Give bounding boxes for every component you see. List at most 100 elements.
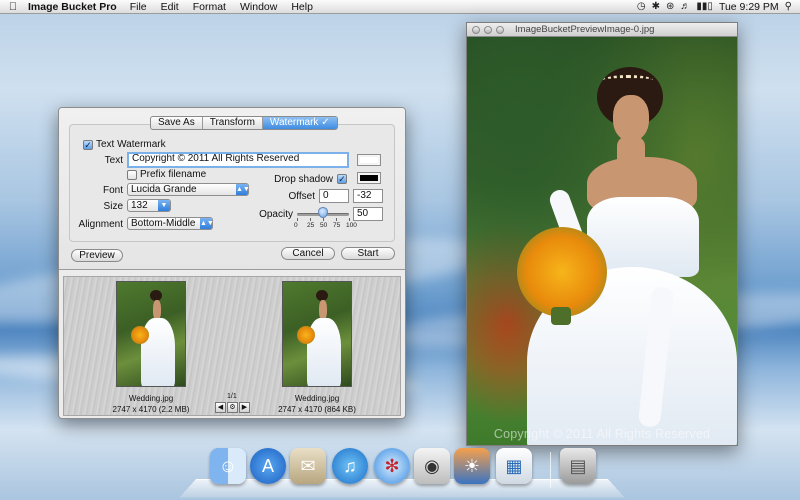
opacity-tick	[297, 218, 298, 221]
time-machine-icon[interactable]: ◷	[637, 1, 646, 12]
opacity-tick	[323, 218, 324, 221]
chevron-down-icon: ▼	[158, 200, 170, 211]
opacity-tick	[349, 218, 350, 221]
settings-icon[interactable]: ⚙	[227, 402, 238, 413]
wifi-icon[interactable]: ⊛	[666, 1, 674, 12]
opacity-tick-label: 25	[307, 222, 315, 229]
opacity-tick-label: 0	[294, 222, 298, 229]
start-button[interactable]: Start	[341, 247, 395, 260]
finder-icon[interactable]: ☺	[210, 448, 246, 484]
opacity-label: Opacity	[259, 209, 293, 220]
thumb-figure	[297, 326, 315, 344]
font-popup[interactable]: Lucida Grande ▲▼	[127, 183, 250, 196]
offset-y-input[interactable]: -32	[353, 189, 383, 203]
menu-clock[interactable]: Tue 9:29 PM	[719, 1, 779, 13]
preview-image: Copyright © 2011 All Rights Reserved	[467, 37, 737, 445]
original-info: 2747 x 4170 (2.2 MB)	[112, 405, 190, 414]
prev-icon[interactable]: ◀	[215, 402, 226, 413]
text-watermark-checkbox[interactable]: ✓	[83, 140, 93, 150]
opacity-tick-label: 50	[320, 222, 328, 229]
processed-thumbnail[interactable]	[282, 281, 352, 387]
next-icon[interactable]: ▶	[239, 402, 250, 413]
battery-icon[interactable]: ▮▮▯	[696, 1, 713, 12]
shadow-color-swatch	[360, 175, 378, 181]
tab-transform[interactable]: Transform	[203, 117, 263, 129]
preview-titlebar[interactable]: ImageBucketPreviewImage-0.jpg	[467, 23, 737, 37]
prefix-filename-checkbox[interactable]	[127, 170, 137, 180]
alignment-popup[interactable]: Bottom-Middle ▲▼	[127, 217, 214, 230]
alignment-popup-value: Bottom-Middle	[131, 218, 196, 229]
opacity-tick-label: 100	[346, 222, 357, 229]
safari-icon[interactable]: ✻	[374, 448, 410, 484]
settings-area: Save As Transform Watermark ✓ ✓ Text Wat…	[59, 108, 405, 270]
bouquet	[517, 227, 607, 317]
menu-edit[interactable]: Edit	[154, 1, 186, 13]
bouquet-stems	[551, 307, 571, 325]
zoom-icon[interactable]	[496, 26, 504, 34]
volume-icon[interactable]: ♬	[680, 1, 690, 12]
app-menu[interactable]: Image Bucket Pro	[26, 1, 123, 13]
processed-filename: Wedding.jpg	[294, 394, 340, 403]
shadow-color-well[interactable]	[357, 172, 381, 184]
photo-booth-icon[interactable]: ◉	[414, 448, 450, 484]
processed-info: 2747 x 4170 (864 KB)	[278, 405, 356, 414]
size-label: Size	[103, 201, 123, 212]
dock	[179, 479, 625, 498]
menu-format[interactable]: Format	[186, 1, 233, 13]
thumb-figure	[319, 300, 327, 320]
menu-extras: ◷ ✱ ⊛ ♬ ▮▮▯ Tue 9:29 PM ⚲	[637, 1, 800, 13]
bride-face	[613, 95, 649, 141]
drop-shadow-label: Drop shadow	[274, 174, 333, 185]
page-indicator: 1/1	[227, 393, 237, 400]
thumb-figure	[131, 326, 149, 344]
prefix-filename-label: Prefix filename	[140, 169, 207, 180]
original-thumbnail[interactable]	[116, 281, 186, 387]
preview-window-title: ImageBucketPreviewImage-0.jpg	[515, 24, 655, 35]
alignment-label: Alignment	[78, 219, 123, 230]
cancel-button[interactable]: Cancel	[281, 247, 335, 260]
trash-icon[interactable]: ▤	[560, 448, 596, 484]
size-combo[interactable]: 132 ▼	[127, 199, 171, 212]
itunes-icon[interactable]: ♫	[332, 448, 368, 484]
preview-button[interactable]: Preview	[71, 249, 123, 262]
menu-help[interactable]: Help	[284, 1, 320, 13]
menu-bar:  Image Bucket Pro File Edit Format Wind…	[0, 0, 800, 14]
text-label: Text	[104, 155, 123, 166]
opacity-input[interactable]: 50	[353, 207, 383, 221]
drop-shadow-checkbox[interactable]: ✓	[337, 174, 347, 184]
image-bucket-icon[interactable]: ▦	[496, 448, 532, 484]
bluetooth-icon[interactable]: ✱	[652, 1, 660, 12]
menu-file[interactable]: File	[123, 1, 154, 13]
opacity-tick	[310, 218, 311, 221]
dock-divider	[550, 452, 551, 488]
text-color-swatch	[360, 157, 378, 163]
watermark-text-input[interactable]: Copyright © 2011 All Rights Reserved	[127, 152, 349, 168]
text-watermark-label: Text Watermark	[96, 139, 166, 150]
opacity-tick-label: 75	[333, 222, 341, 229]
preview-window: ImageBucketPreviewImage-0.jpg Copyright …	[466, 22, 738, 446]
tab-save-as[interactable]: Save As	[151, 117, 203, 129]
window-controls	[472, 26, 504, 34]
thumb-figure	[153, 300, 161, 320]
font-popup-value: Lucida Grande	[131, 184, 197, 195]
original-filename: Wedding.jpg	[128, 394, 174, 403]
iphoto-icon[interactable]: ☀	[454, 448, 490, 484]
tiara-icon	[603, 75, 653, 85]
offset-x-input[interactable]: 0	[319, 189, 349, 203]
text-color-well[interactable]	[357, 154, 381, 166]
pager-controls: ◀ ⚙ ▶	[215, 402, 250, 413]
tab-watermark[interactable]: Watermark ✓	[262, 117, 337, 129]
popup-arrows-icon: ▲▼	[200, 218, 214, 229]
font-label: Font	[102, 185, 123, 196]
thumbnail-browser: Wedding.jpg 2747 x 4170 (2.2 MB) Wedding…	[63, 276, 401, 416]
close-icon[interactable]	[472, 26, 480, 34]
offset-label: Offset	[288, 191, 316, 202]
preview-watermark-text: Copyright © 2011 All Rights Reserved	[493, 427, 711, 441]
mail-icon[interactable]: ✉	[290, 448, 326, 484]
app-store-icon[interactable]: A	[250, 448, 286, 484]
menu-window[interactable]: Window	[233, 1, 284, 13]
opacity-tick	[336, 218, 337, 221]
minimize-icon[interactable]	[484, 26, 492, 34]
spotlight-icon[interactable]: ⚲	[785, 1, 792, 12]
apple-menu-icon[interactable]: 	[0, 1, 26, 13]
